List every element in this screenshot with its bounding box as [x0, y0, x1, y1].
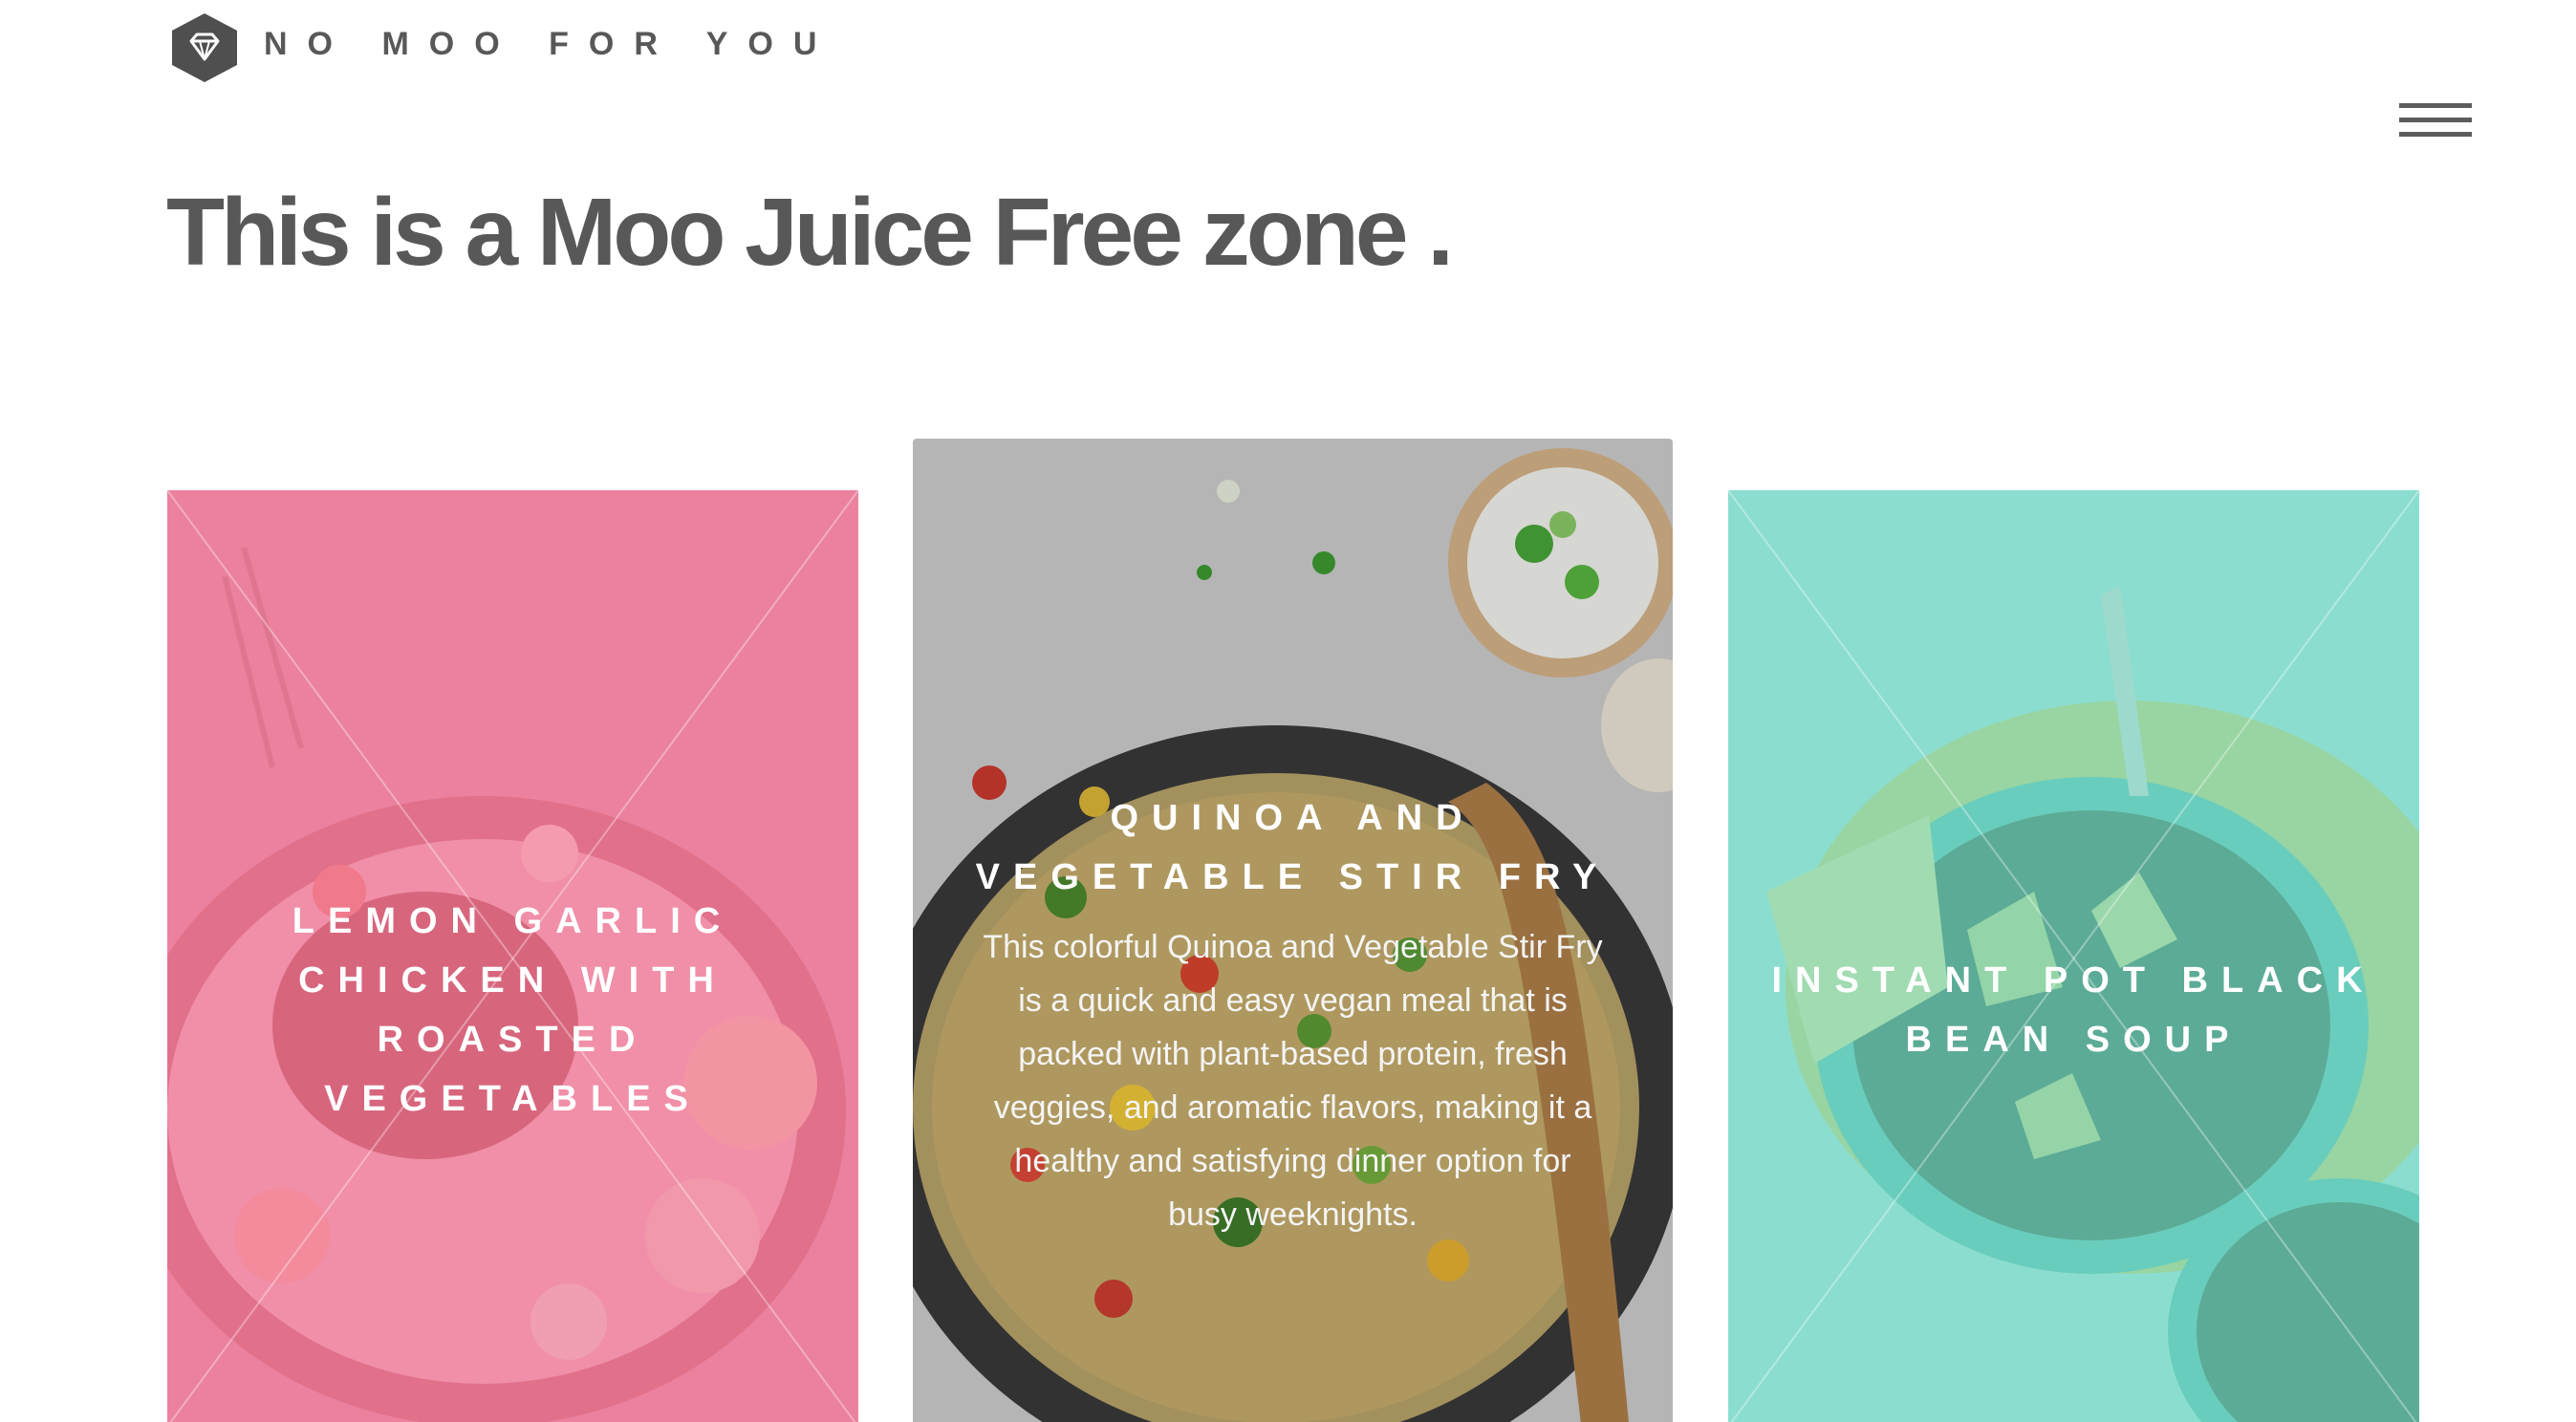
recipe-title: QUINOA AND VEGETABLE STIR FRY — [975, 798, 1611, 897]
brand-name[interactable]: NO MOO FOR YOU — [264, 26, 836, 63]
page-headline: This is a Moo Juice Free zone . — [166, 179, 1454, 286]
hamburger-menu-icon[interactable] — [2399, 99, 2476, 147]
recipe-card-lemon-garlic-chicken[interactable]: LEMON GARLIC CHICKEN WITH ROASTED VEGETA… — [167, 490, 858, 1422]
page: NO MOO FOR YOU This is a Moo Juice Free … — [0, 0, 2576, 1422]
recipe-title: INSTANT POT BLACK BEAN SOUP — [1771, 960, 2376, 1060]
recipe-card-quinoa-stir-fry[interactable]: QUINOA AND VEGETABLE STIR FRY This color… — [913, 439, 1673, 1422]
recipe-card-black-bean-soup[interactable]: INSTANT POT BLACK BEAN SOUP — [1728, 490, 2419, 1422]
diamond-hexagon-icon[interactable] — [170, 11, 239, 84]
recipe-title: LEMON GARLIC CHICKEN WITH ROASTED VEGETA… — [292, 901, 734, 1119]
recipe-description: This colorful Quinoa and Vegetable Stir … — [983, 929, 1603, 1233]
